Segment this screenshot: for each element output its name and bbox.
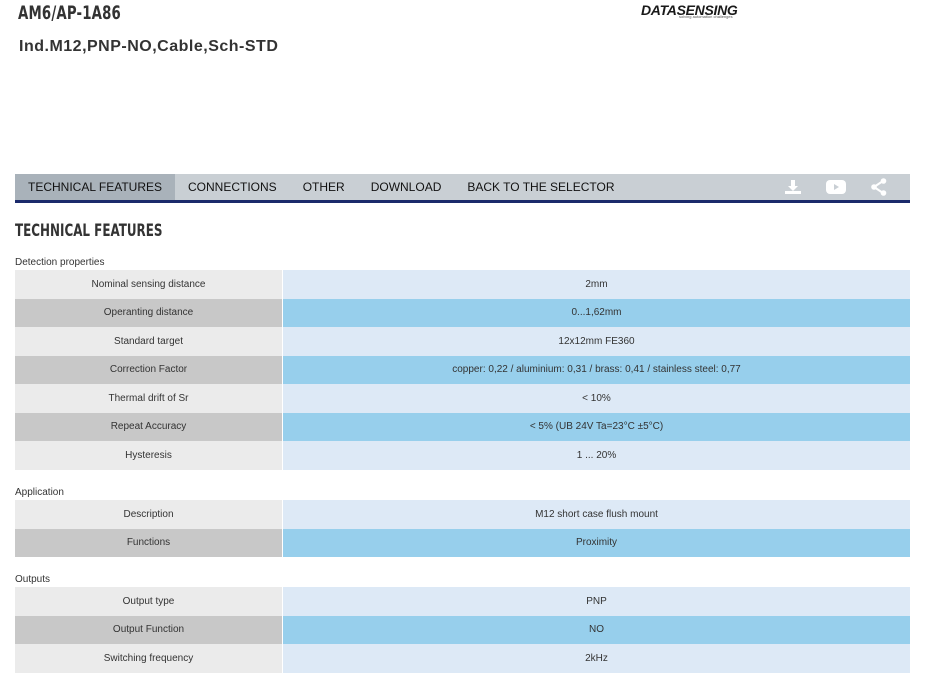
- table-row: Thermal drift of Sr < 10%: [15, 384, 910, 413]
- table-row: Operanting distance 0...1,62mm: [15, 298, 910, 327]
- row-value: < 5% (UB 24V Ta=23°C ±5°C): [283, 412, 910, 441]
- table-row: Correction Factor copper: 0,22 / alumini…: [15, 355, 910, 384]
- row-label: Functions: [15, 528, 283, 557]
- tab-connections[interactable]: CONNECTIONS: [175, 174, 290, 200]
- table-row: Description M12 short case flush mount: [15, 500, 910, 529]
- row-label: Switching frequency: [15, 644, 283, 673]
- table-row: Switching frequency 2kHz: [15, 644, 910, 673]
- table-row: Standard target 12x12mm FE360: [15, 327, 910, 356]
- product-description: Ind.M12,PNP-NO,Cable,Sch-STD: [19, 38, 279, 55]
- section-title: TECHNICAL FEATURES: [15, 221, 163, 241]
- tab-icons: [771, 174, 910, 200]
- detection-table: Nominal sensing distance 2mm Operanting …: [15, 270, 910, 470]
- row-value: NO: [283, 615, 910, 644]
- row-value: 12x12mm FE360: [283, 327, 910, 356]
- row-label: Correction Factor: [15, 355, 283, 384]
- row-label: Output type: [15, 587, 283, 616]
- tab-other[interactable]: OTHER: [290, 174, 358, 200]
- row-value: < 10%: [283, 384, 910, 413]
- table-row: Functions Proximity: [15, 528, 910, 557]
- row-label: Thermal drift of Sr: [15, 384, 283, 413]
- row-label: Nominal sensing distance: [15, 270, 283, 299]
- logo-tagline: solving automation challenges: [679, 14, 733, 19]
- group-label-detection: Detection properties: [15, 257, 105, 268]
- tab-technical-features[interactable]: TECHNICAL FEATURES: [15, 174, 176, 200]
- row-value: Proximity: [283, 528, 910, 557]
- row-value: 1 ... 20%: [283, 441, 910, 470]
- table-row: Nominal sensing distance 2mm: [15, 270, 910, 299]
- tab-bar: TECHNICAL FEATURES CONNECTIONS OTHER DOW…: [15, 174, 910, 203]
- row-value: 2kHz: [283, 644, 910, 673]
- download-icon[interactable]: [771, 179, 814, 195]
- row-value: PNP: [283, 587, 910, 616]
- share-icon[interactable]: [857, 178, 900, 196]
- row-label: Hysteresis: [15, 441, 283, 470]
- product-code: AM6/AP-1A86: [18, 2, 121, 24]
- row-label: Operanting distance: [15, 298, 283, 327]
- brand-logo: DATASENSING solving automation challenge…: [641, 0, 738, 20]
- group-label-application: Application: [15, 487, 64, 498]
- row-label: Repeat Accuracy: [15, 412, 283, 441]
- group-label-outputs: Outputs: [15, 574, 51, 585]
- table-row: Repeat Accuracy < 5% (UB 24V Ta=23°C ±5°…: [15, 412, 910, 441]
- row-value: 0...1,62mm: [283, 298, 910, 327]
- application-table: Description M12 short case flush mount F…: [15, 500, 910, 557]
- row-label: Standard target: [15, 327, 283, 356]
- youtube-icon[interactable]: [814, 180, 857, 194]
- row-label: Description: [15, 500, 283, 529]
- row-value: copper: 0,22 / aluminium: 0,31 / brass: …: [283, 355, 910, 384]
- row-value: 2mm: [283, 270, 910, 299]
- tab-download[interactable]: DOWNLOAD: [358, 174, 455, 200]
- table-row: Output type PNP: [15, 587, 910, 616]
- row-label: Output Function: [15, 615, 283, 644]
- table-row: Output Function NO: [15, 615, 910, 644]
- table-row: Hysteresis 1 ... 20%: [15, 441, 910, 470]
- outputs-table: Output type PNP Output Function NO Switc…: [15, 587, 910, 673]
- tab-back-to-selector[interactable]: BACK TO THE SELECTOR: [454, 174, 627, 200]
- row-value: M12 short case flush mount: [283, 500, 910, 529]
